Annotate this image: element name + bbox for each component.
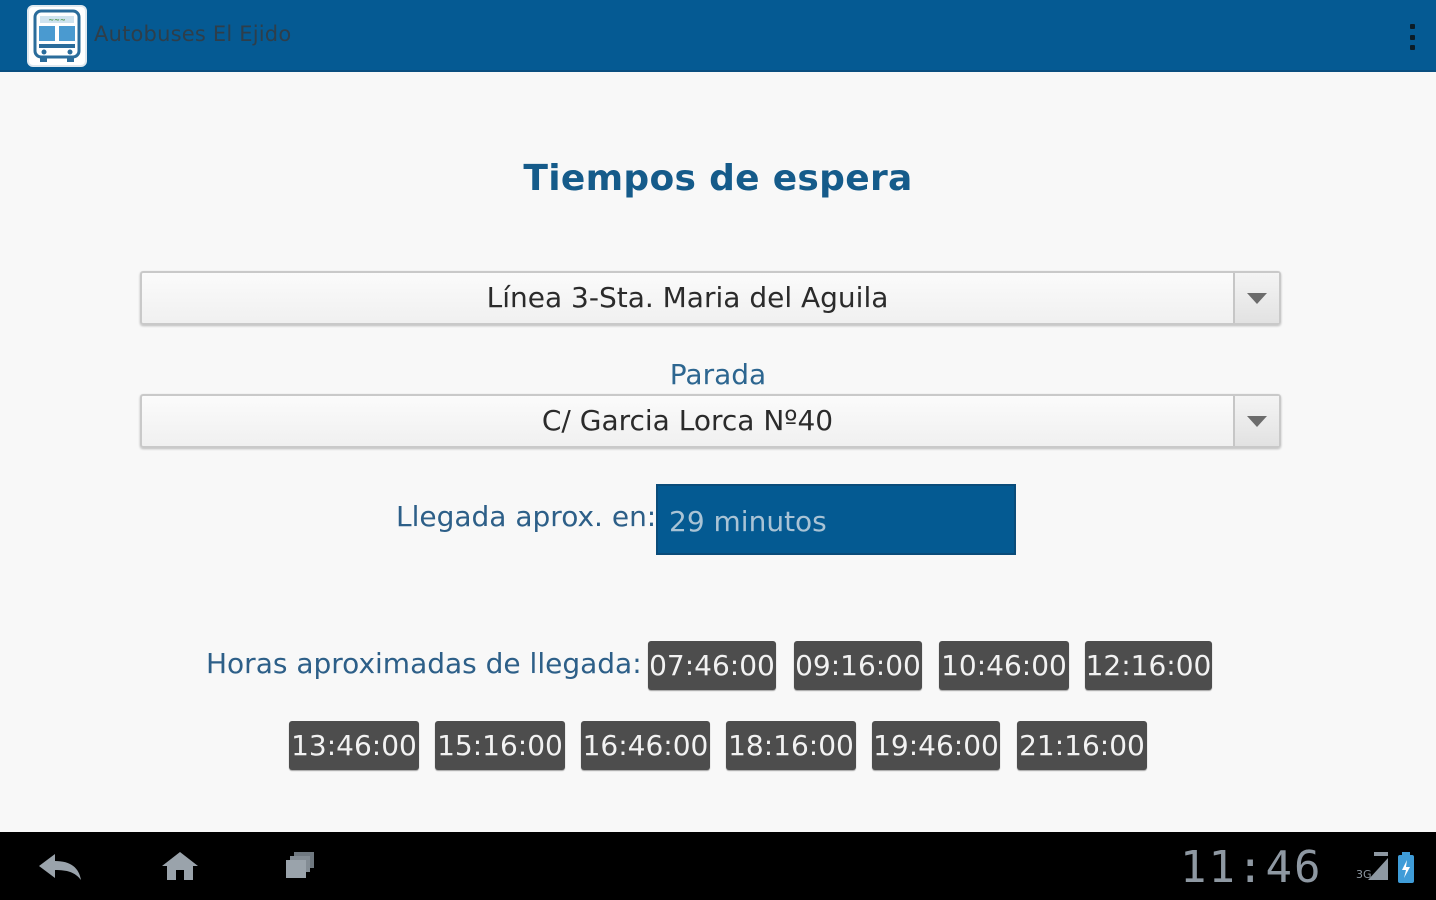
arrival-time-value: 29 minutos <box>669 505 827 538</box>
time-chip: 16:46:00 <box>581 721 710 770</box>
battery-icon <box>1398 852 1414 883</box>
action-bar: ~~~ Autobuses El Ejido <box>0 0 1436 72</box>
time-chip: 19:46:00 <box>872 721 1000 770</box>
status-clock: 11:46 <box>1180 842 1323 893</box>
time-chip: 09:16:00 <box>794 641 922 690</box>
page-title: Tiempos de espera <box>523 158 913 199</box>
home-icon[interactable] <box>150 844 210 888</box>
chevron-down-icon <box>1247 292 1267 304</box>
chevron-down-icon <box>1247 415 1267 427</box>
stop-spinner[interactable]: C/ Garcia Lorca Nº40 <box>140 394 1281 448</box>
recent-apps-icon[interactable] <box>270 844 330 888</box>
svg-text:~~~: ~~~ <box>48 16 66 24</box>
stop-label: Parada <box>669 358 767 391</box>
time-chip: 07:46:00 <box>648 641 776 690</box>
bus-icon[interactable]: ~~~ <box>27 5 87 67</box>
time-chip: 21:16:00 <box>1017 721 1147 770</box>
stop-spinner-dropdown-button[interactable] <box>1233 396 1279 446</box>
back-icon[interactable] <box>30 844 90 888</box>
line-spinner[interactable]: Línea 3-Sta. Maria del Aguila <box>140 271 1281 325</box>
time-chip: 12:16:00 <box>1085 641 1212 690</box>
overflow-menu-icon[interactable] <box>1398 20 1426 54</box>
line-spinner-value: Línea 3-Sta. Maria del Aguila <box>486 281 889 314</box>
times-label: Horas aproximadas de llegada: <box>206 647 642 680</box>
time-chip: 15:16:00 <box>435 721 565 770</box>
arrival-time-display: 29 minutos <box>656 484 1016 555</box>
time-chip: 13:46:00 <box>289 721 419 770</box>
time-chip: 10:46:00 <box>939 641 1069 690</box>
time-chip: 18:16:00 <box>726 721 856 770</box>
app-title: Autobuses El Ejido <box>94 22 292 46</box>
status-icons: 3G <box>1356 852 1420 886</box>
main-content: Tiempos de espera Línea 3-Sta. Maria del… <box>0 72 1436 832</box>
signal-icon <box>1368 852 1388 880</box>
system-navigation-bar: 11:46 3G <box>0 832 1436 900</box>
arrival-label: Llegada aprox. en: <box>396 500 657 533</box>
stop-spinner-value: C/ Garcia Lorca Nº40 <box>541 404 834 437</box>
line-spinner-dropdown-button[interactable] <box>1233 273 1279 323</box>
